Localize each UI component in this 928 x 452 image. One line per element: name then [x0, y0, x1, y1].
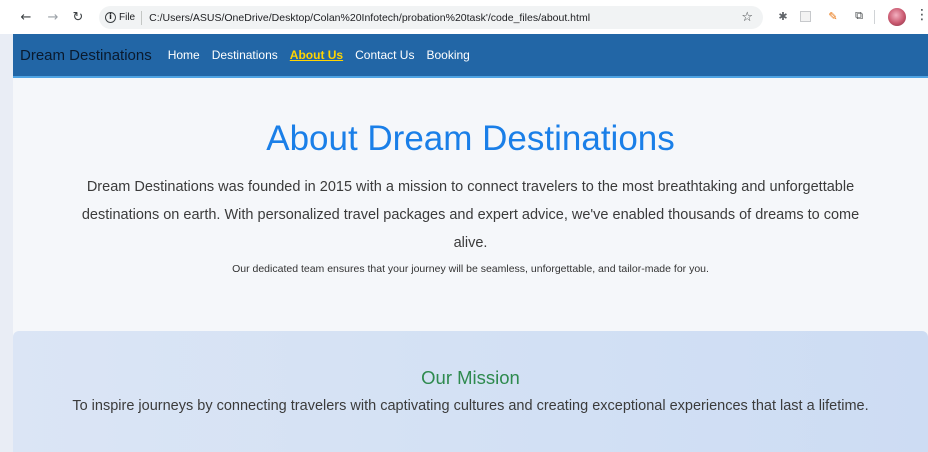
about-lead-paragraph: Dream Destinations was founded in 2015 w…	[81, 179, 860, 251]
menu-kebab-icon[interactable]: ⋮	[915, 7, 928, 23]
mission-section: Our Mission To inspire journeys by conne…	[13, 331, 928, 452]
mission-title: Our Mission	[421, 367, 520, 388]
info-icon: i	[105, 12, 116, 23]
page-title: About Dream Destinations	[266, 119, 675, 158]
brand-logo-text[interactable]: Dream Destinations	[20, 47, 152, 64]
extensions-puzzle-icon[interactable]: ⧉	[852, 9, 866, 23]
nav-link-contact-us[interactable]: Contact Us	[355, 48, 414, 62]
site-info-chip[interactable]: i File	[105, 12, 135, 23]
omnibox-divider	[141, 10, 143, 25]
address-bar[interactable]: i File C:/Users/ASUS/OneDrive/Desktop/Co…	[99, 6, 763, 29]
nav-link-destinations[interactable]: Destinations	[212, 48, 278, 62]
team-paragraph: Our dedicated team ensures that your jou…	[232, 263, 709, 275]
site-navbar: Dream Destinations Home Destinations Abo…	[13, 34, 928, 78]
web-page: Dream Destinations Home Destinations Abo…	[13, 34, 928, 452]
about-section: About Dream Destinations Dream Destinati…	[13, 78, 928, 275]
extension-bug-icon[interactable]: ✱	[776, 9, 790, 23]
profile-avatar[interactable]	[888, 8, 906, 26]
bookmark-star-icon[interactable]: ☆	[741, 10, 753, 25]
mission-text: To inspire journeys by connecting travel…	[72, 398, 869, 414]
extension-square-icon[interactable]	[798, 9, 812, 23]
browser-toolbar: ← → ↻ i File C:/Users/ASUS/OneDrive/Desk…	[0, 0, 928, 34]
file-label: File	[119, 12, 136, 23]
forward-arrow-icon[interactable]: →	[45, 9, 61, 25]
nav-link-about-us[interactable]: About Us	[290, 48, 343, 62]
toolbar-divider	[874, 10, 875, 24]
nav-link-booking[interactable]: Booking	[426, 48, 469, 62]
back-arrow-icon[interactable]: ←	[18, 9, 34, 25]
reload-icon[interactable]: ↻	[70, 9, 86, 25]
extension-pen-icon[interactable]: ✎	[826, 9, 840, 23]
nav-link-home[interactable]: Home	[168, 48, 200, 62]
url-text[interactable]: C:/Users/ASUS/OneDrive/Desktop/Colan%20I…	[149, 12, 590, 24]
